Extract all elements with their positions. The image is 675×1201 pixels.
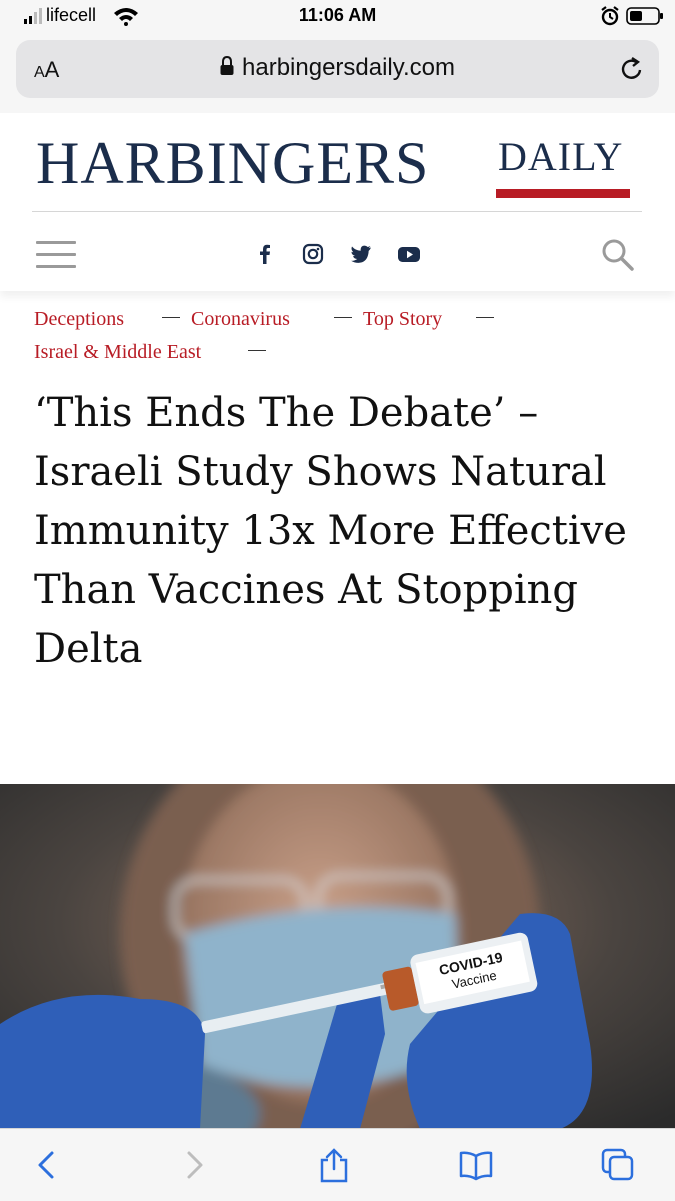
header-divider xyxy=(32,211,642,212)
tabs-icon[interactable] xyxy=(600,1147,636,1183)
search-icon[interactable] xyxy=(600,237,636,273)
browser-address-area: AA harbingersdaily.com xyxy=(0,36,675,114)
status-bar: lifecell 11:06 AM xyxy=(0,0,675,36)
logo-underline xyxy=(496,189,630,198)
site-logo[interactable]: HARBINGERS DAILY xyxy=(36,129,646,213)
article-hero-image: COVID-19 Vaccine xyxy=(0,784,675,1129)
category-separator xyxy=(334,317,352,318)
social-links xyxy=(250,241,430,271)
instagram-icon[interactable] xyxy=(300,241,326,267)
logo-main-text: HARBINGERS xyxy=(36,130,430,196)
url-text: harbingersdaily.com xyxy=(242,54,455,81)
address-bar[interactable]: AA harbingersdaily.com xyxy=(16,40,659,98)
category-link[interactable]: Israel & Middle East xyxy=(34,341,201,364)
facebook-icon[interactable] xyxy=(252,241,278,267)
youtube-icon[interactable] xyxy=(396,241,422,267)
battery-icon xyxy=(626,7,663,25)
category-separator xyxy=(248,350,266,351)
category-separator xyxy=(162,317,180,318)
logo-daily-text: DAILY xyxy=(498,134,624,179)
url-display[interactable]: harbingersdaily.com xyxy=(16,54,659,82)
alarm-icon xyxy=(601,6,619,26)
clock: 11:06 AM xyxy=(298,5,377,25)
menu-icon[interactable] xyxy=(36,241,76,269)
twitter-icon[interactable] xyxy=(348,241,374,267)
category-link[interactable]: Top Story xyxy=(363,308,442,331)
browser-toolbar xyxy=(0,1128,675,1201)
forward-icon[interactable] xyxy=(176,1147,212,1183)
category-separator xyxy=(476,317,494,318)
back-icon[interactable] xyxy=(30,1147,66,1183)
category-link[interactable]: Deceptions xyxy=(34,308,124,331)
reload-icon[interactable] xyxy=(619,56,645,82)
share-icon[interactable] xyxy=(316,1147,352,1183)
site-header: HARBINGERS DAILY xyxy=(0,113,675,291)
bookmarks-icon[interactable] xyxy=(458,1147,494,1183)
lock-icon xyxy=(220,56,234,75)
article-headline: ‘This Ends The Debate’ – Israeli Study S… xyxy=(34,390,627,672)
category-link[interactable]: Coronavirus xyxy=(191,308,290,331)
